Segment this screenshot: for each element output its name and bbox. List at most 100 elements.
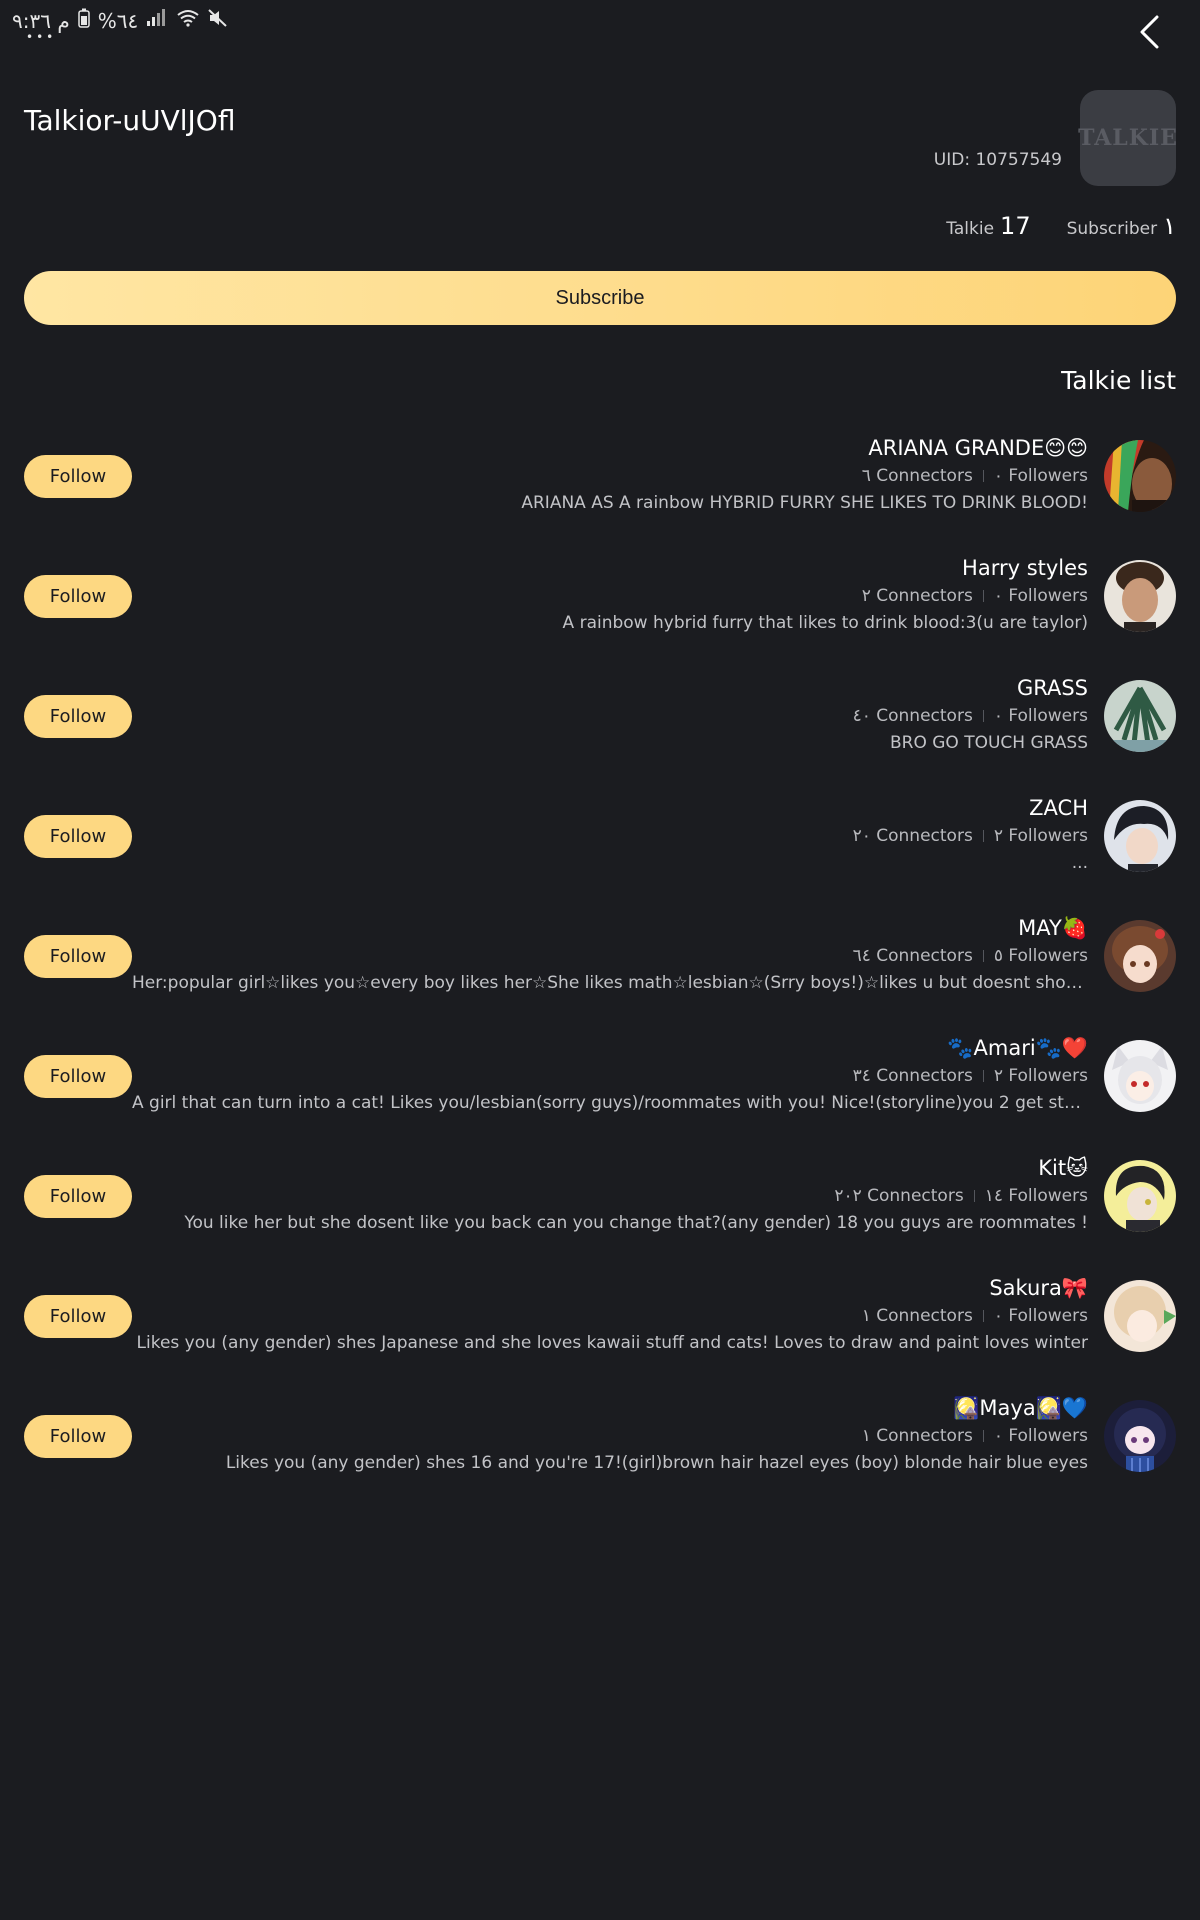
list-item[interactable]: Follow 🎑Maya🎑💙 ١ Connectors ٠ Followers … xyxy=(0,1380,1200,1500)
profile-name: Talkior-uUVlJOfl xyxy=(24,104,236,137)
followers-count: ٠ Followers xyxy=(993,1306,1088,1326)
item-description: Likes you (any gender) shes Japanese and… xyxy=(136,1333,1088,1353)
avatar[interactable] xyxy=(1104,1400,1176,1472)
item-stats: ١ Connectors ٠ Followers xyxy=(132,1423,1088,1449)
connectors-count: ٢٠٢ Connectors xyxy=(834,1186,964,1206)
item-name: 🎑Maya🎑💙 xyxy=(953,1396,1088,1420)
item-name: Harry styles xyxy=(962,556,1088,580)
profile-stats: Talkie 17 Subscriber ١ xyxy=(946,212,1176,240)
list-item[interactable]: Follow GRASS ٤٠ Connectors ٠ Followers B… xyxy=(0,660,1200,780)
item-name: MAY🍓 xyxy=(1018,916,1088,940)
battery-percent: %٦٤ xyxy=(97,8,139,33)
list-item[interactable]: Follow 🐾Amari🐾❤️ ٣٤ Connectors ٢ Followe… xyxy=(0,1020,1200,1140)
list-item[interactable]: Follow ARIANA GRANDE😊😊 ٦ Connectors ٠ Fo… xyxy=(0,420,1200,540)
followers-count: ٠ Followers xyxy=(993,586,1088,606)
item-name: ARIANA GRANDE😊😊 xyxy=(868,436,1088,460)
follow-button[interactable]: Follow xyxy=(24,575,132,618)
profile-uid: UID: 10757549 xyxy=(933,150,1062,170)
wifi-icon xyxy=(176,9,200,32)
list-item[interactable]: Follow Harry styles ٢ Connectors ٠ Follo… xyxy=(0,540,1200,660)
connectors-count: ٤٠ Connectors xyxy=(852,706,973,726)
item-name: Sakura🎀 xyxy=(989,1276,1088,1300)
divider xyxy=(982,1430,984,1442)
divider xyxy=(982,1070,984,1082)
follow-button[interactable]: Follow xyxy=(24,1295,132,1338)
item-stats: ٣٤ Connectors ٢ Followers xyxy=(132,1063,1088,1089)
follow-button[interactable]: Follow xyxy=(24,1415,132,1458)
item-text: 🎑Maya🎑💙 ١ Connectors ٠ Followers Likes y… xyxy=(132,1393,1088,1477)
connectors-count: ٣٤ Connectors xyxy=(852,1066,973,1086)
follow-button[interactable]: Follow xyxy=(24,695,132,738)
divider xyxy=(982,950,984,962)
list-item[interactable]: Follow ZACH ٢٠ Connectors ٢ Followers ..… xyxy=(0,780,1200,900)
item-text: Harry styles ٢ Connectors ٠ Followers A … xyxy=(132,553,1088,637)
item-description: ARIANA AS A rainbow HYBRID FURRY SHE LIK… xyxy=(521,493,1088,513)
item-description: A rainbow hybrid furry that likes to dri… xyxy=(562,613,1088,633)
subscribe-button[interactable]: Subscribe xyxy=(24,271,1176,325)
follow-button[interactable]: Follow xyxy=(24,815,132,858)
follow-button[interactable]: Follow xyxy=(24,455,132,498)
item-text: ARIANA GRANDE😊😊 ٦ Connectors ٠ Followers… xyxy=(132,433,1088,517)
item-description: BRO GO TOUCH GRASS xyxy=(890,733,1088,753)
avatar[interactable] xyxy=(1104,920,1176,992)
status-time: م ٩:٣٦ xyxy=(12,8,70,33)
subscriber-count-value: ١ xyxy=(1163,212,1176,240)
connectors-count: ٦ Connectors xyxy=(861,466,973,486)
item-text: Kit🐱 ٢٠٢ Connectors ١٤ Followers You lik… xyxy=(132,1153,1088,1237)
item-name: GRASS xyxy=(1016,676,1088,700)
avatar[interactable] xyxy=(1104,560,1176,632)
back-button[interactable] xyxy=(1128,12,1172,56)
avatar[interactable] xyxy=(1104,1040,1176,1112)
battery-icon xyxy=(77,8,90,33)
talkie-count-label: Talkie xyxy=(946,219,995,239)
divider xyxy=(973,1190,975,1202)
followers-count: ٠ Followers xyxy=(993,706,1088,726)
divider xyxy=(982,830,984,842)
connectors-count: ٢ Connectors xyxy=(861,586,973,606)
item-description: ... xyxy=(1071,853,1088,873)
item-stats: ٦٤ Connectors ٥ Followers xyxy=(132,943,1088,969)
item-name: 🐾Amari🐾❤️ xyxy=(947,1036,1088,1060)
item-description: You like her but she dosent like you bac… xyxy=(184,1213,1088,1233)
item-text: Sakura🎀 ١ Connectors ٠ Followers Likes y… xyxy=(132,1273,1088,1357)
item-description: Likes you (any gender) shes 16 and you'r… xyxy=(225,1453,1088,1473)
item-text: 🐾Amari🐾❤️ ٣٤ Connectors ٢ Followers A gi… xyxy=(132,1033,1088,1117)
talkior-profile-screen: م ٩:٣٦ %٦٤ ••• Talkior-uUVlJOfl UID: 107… xyxy=(0,0,1200,1920)
connectors-count: ٢٠ Connectors xyxy=(852,826,973,846)
followers-count: ٥ Followers xyxy=(993,946,1088,966)
follow-button[interactable]: Follow xyxy=(24,1175,132,1218)
followers-count: ٢ Followers xyxy=(993,826,1088,846)
followers-count: ٢ Followers xyxy=(993,1066,1088,1086)
divider xyxy=(982,710,984,722)
chevron-left-icon xyxy=(1137,14,1163,54)
list-item[interactable]: Follow Kit🐱 ٢٠٢ Connectors ١٤ Followers … xyxy=(0,1140,1200,1260)
avatar[interactable] xyxy=(1104,1280,1176,1352)
list-item[interactable]: Follow MAY🍓 ٦٤ Connectors ٥ Followers He… xyxy=(0,900,1200,1020)
avatar[interactable] xyxy=(1104,680,1176,752)
item-stats: ٢٠٢ Connectors ١٤ Followers xyxy=(132,1183,1088,1209)
avatar[interactable] xyxy=(1104,1160,1176,1232)
item-stats: ٢٠ Connectors ٢ Followers xyxy=(132,823,1088,849)
follow-button[interactable]: Follow xyxy=(24,935,132,978)
subscriber-count-stat: Subscriber ١ xyxy=(1067,212,1176,240)
item-description: A girl that can turn into a cat! Likes y… xyxy=(132,1093,1088,1113)
section-title: Talkie list xyxy=(1061,366,1176,395)
subscriber-count-label: Subscriber xyxy=(1066,219,1158,239)
followers-count: ٠ Followers xyxy=(993,466,1088,486)
followers-count: ٠ Followers xyxy=(993,1426,1088,1446)
avatar[interactable] xyxy=(1104,440,1176,512)
avatar[interactable] xyxy=(1104,800,1176,872)
list-item[interactable]: Follow Sakura🎀 ١ Connectors ٠ Followers … xyxy=(0,1260,1200,1380)
divider xyxy=(982,590,984,602)
talkie-count-stat: Talkie 17 xyxy=(946,212,1030,240)
mute-icon xyxy=(208,9,228,32)
profile-avatar: TALKIE xyxy=(1078,90,1177,186)
item-text: MAY🍓 ٦٤ Connectors ٥ Followers Her:popul… xyxy=(132,913,1088,997)
follow-button[interactable]: Follow xyxy=(24,1055,132,1098)
talkie-count-value: 17 xyxy=(1000,212,1031,240)
notification-dots: ••• xyxy=(26,30,57,44)
item-stats: ٦ Connectors ٠ Followers xyxy=(132,463,1088,489)
item-stats: ٢ Connectors ٠ Followers xyxy=(132,583,1088,609)
signal-icon xyxy=(146,9,168,32)
connectors-count: ١ Connectors xyxy=(861,1426,973,1446)
